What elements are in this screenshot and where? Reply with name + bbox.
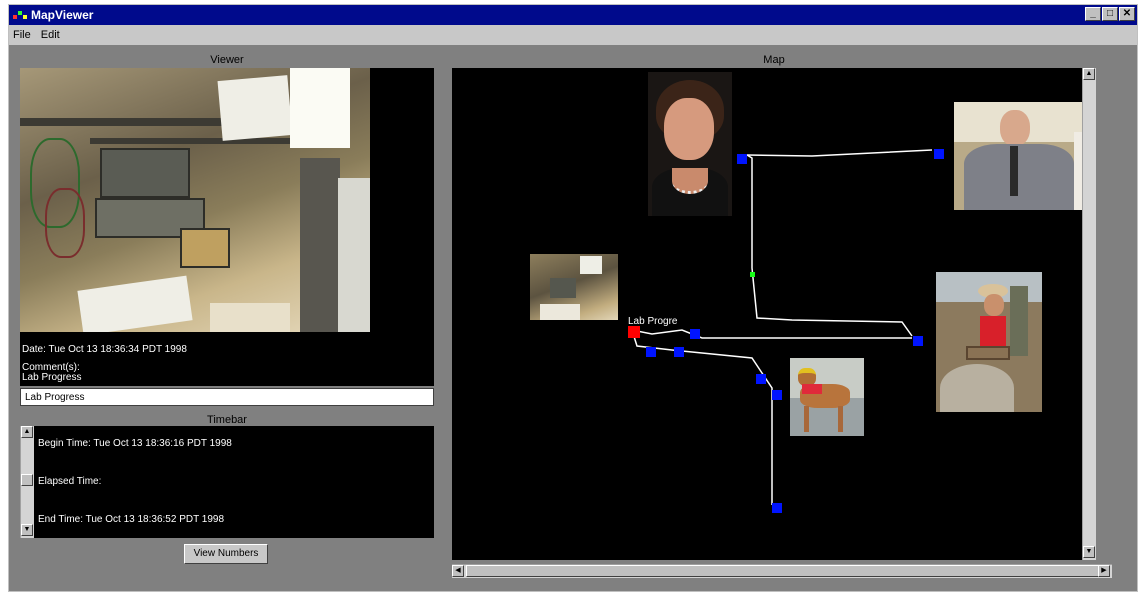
map-horizontal-scrollbar[interactable]: ◀ ▶ — [452, 564, 1112, 578]
scroll-up-arrow-icon[interactable]: ▲ — [1083, 68, 1095, 80]
comment-input[interactable] — [20, 388, 434, 406]
viewer-title: Viewer — [210, 54, 244, 66]
elapsed-time: Elapsed Time: — [38, 476, 102, 487]
map-title: Map — [763, 54, 785, 66]
lab-thumbnail-photo[interactable] — [530, 254, 618, 320]
map-node[interactable] — [690, 329, 700, 339]
map-scroll-thumb[interactable] — [466, 565, 1100, 577]
view-numbers-button[interactable]: View Numbers — [184, 544, 268, 564]
end-time: End Time: Tue Oct 13 18:36:52 PDT 1998 — [38, 514, 225, 525]
window-controls: _ □ ✕ — [1085, 7, 1135, 21]
title-bar: MapViewer _ □ ✕ — [9, 5, 1137, 25]
map-node[interactable] — [772, 390, 782, 400]
man-photo[interactable] — [954, 102, 1094, 210]
minimize-button[interactable]: _ — [1085, 7, 1101, 21]
mapviewer-app-icon — [13, 9, 27, 21]
timebar-panel: ▲ ▼ Begin Time: Tue Oct 13 18:36:16 PDT … — [20, 426, 434, 538]
menu-file[interactable]: File — [13, 29, 31, 41]
dog-photo[interactable] — [790, 358, 864, 436]
current-map-node[interactable] — [628, 326, 640, 338]
girl-photo[interactable] — [936, 272, 1042, 412]
timebar-scroll-thumb[interactable] — [21, 474, 33, 486]
map-node[interactable] — [934, 149, 944, 159]
scroll-up-arrow-icon[interactable]: ▲ — [21, 426, 33, 438]
menu-bar: File Edit — [9, 25, 1137, 45]
lab-photo — [20, 68, 370, 332]
map-node[interactable] — [737, 154, 747, 164]
viewer-comment-text: Lab Progress — [22, 372, 82, 383]
map-node[interactable] — [772, 503, 782, 513]
woman-portrait-photo[interactable] — [648, 72, 732, 216]
map-node[interactable] — [674, 347, 684, 357]
map-vertical-scrollbar[interactable]: ▲ ▼ — [1082, 68, 1096, 560]
map-node[interactable] — [913, 336, 923, 346]
close-button[interactable]: ✕ — [1119, 7, 1135, 21]
scroll-down-arrow-icon[interactable]: ▼ — [21, 524, 33, 536]
maximize-button[interactable]: □ — [1102, 7, 1118, 21]
scroll-down-arrow-icon[interactable]: ▼ — [1083, 546, 1095, 558]
window-title: MapViewer — [31, 8, 94, 22]
viewer-panel: Date: Tue Oct 13 18:36:34 PDT 1998 Comme… — [20, 68, 434, 386]
map-node[interactable] — [646, 347, 656, 357]
scroll-left-arrow-icon[interactable]: ◀ — [452, 565, 464, 577]
timebar-scrollbar[interactable]: ▲ ▼ — [20, 426, 34, 538]
viewer-date: Date: Tue Oct 13 18:36:34 PDT 1998 — [22, 344, 187, 355]
scroll-right-arrow-icon[interactable]: ▶ — [1098, 565, 1110, 577]
map-canvas[interactable]: Lab Progre ▲ ▼ — [452, 68, 1096, 560]
map-waypoint[interactable] — [750, 272, 755, 277]
map-node-label: Lab Progre — [628, 316, 678, 327]
timebar-title: Timebar — [207, 414, 247, 426]
menu-edit[interactable]: Edit — [41, 29, 60, 41]
begin-time: Begin Time: Tue Oct 13 18:36:16 PDT 1998 — [38, 438, 232, 449]
map-node[interactable] — [756, 374, 766, 384]
